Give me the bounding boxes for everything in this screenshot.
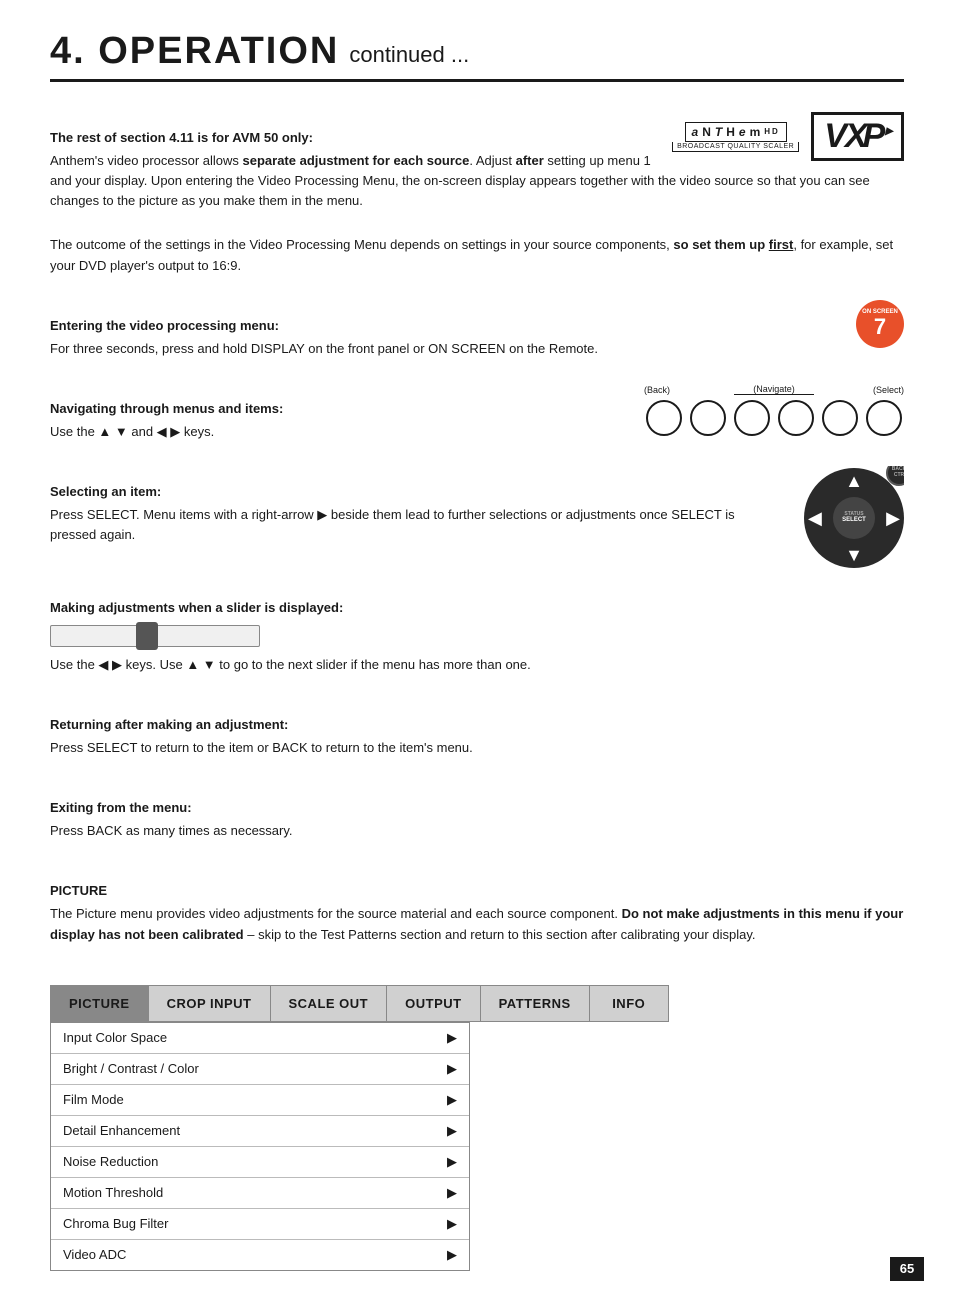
section-navigating: (Back) (Navigate) (Select) [50,383,904,452]
dpad-down-arrow[interactable]: ▼ [845,546,863,564]
nav-circle-select[interactable] [866,400,902,436]
exiting-heading: Exiting from the menu: [50,800,904,815]
selecting-body: Press SELECT. Menu items with a right-ar… [50,505,904,545]
nav-label-back: (Back) [644,385,670,395]
nav-label-navigate: (Navigate) [753,384,795,394]
slider-body: Use the ◀ ▶ keys. Use ▲ ▼ to go to the n… [50,655,904,675]
selecting-heading: Selecting an item: [50,484,904,499]
section-outcome: The outcome of the settings in the Video… [50,235,904,285]
menu-item-arrow-film: ▶ [447,1092,457,1108]
list-item[interactable]: Motion Threshold ▶ [51,1178,469,1209]
vxp-logo: VX P ▶ [811,112,904,161]
exiting-body: Press BACK as many times as necessary. [50,821,904,841]
nav-circle-1[interactable] [690,400,726,436]
menu-item-arrow-motion: ▶ [447,1185,457,1201]
anthem-logo-bottom: BROADCAST QUALITY SCALER [672,142,799,152]
page-title: 4. OPERATION [50,30,339,73]
anthem-logo-top: a N T H e m HD [685,122,787,142]
menu-item-label-motion: Motion Threshold [63,1185,163,1200]
nav-circle-3[interactable] [778,400,814,436]
slider-track [50,625,260,647]
tab-scale-out[interactable]: SCALE OUT [270,985,388,1022]
menu-item-arrow-chroma: ▶ [447,1216,457,1232]
menu-item-arrow-bright: ▶ [447,1061,457,1077]
tab-info[interactable]: INFO [589,985,669,1022]
list-item[interactable]: Input Color Space ▶ [51,1023,469,1054]
dpad-right-arrow[interactable]: ▶ [886,509,900,527]
list-item[interactable]: Bright / Contrast / Color ▶ [51,1054,469,1085]
section-exiting: Exiting from the menu: Press BACK as man… [50,782,904,851]
nav-circle-2[interactable] [734,400,770,436]
menu-item-label-film: Film Mode [63,1092,124,1107]
entering-heading: Entering the video processing menu: [50,318,904,333]
nav-circle-4[interactable] [822,400,858,436]
section-entering: ON SCREEN 7 Entering the video processin… [50,300,904,369]
logos-area: a N T H e m HD BROADCAST QUALITY SCALER … [672,112,904,161]
tab-picture[interactable]: PICTURE [50,985,149,1022]
returning-body: Press SELECT to return to the item or BA… [50,738,904,758]
menu-tabs: PICTURE CROP INPUT SCALE OUT OUTPUT PATT… [50,985,904,1022]
returning-heading: Returning after making an adjustment: [50,717,904,732]
menu-item-label-video-adc: Video ADC [63,1247,126,1262]
on-screen-badge-number: 7 [874,316,886,338]
section-slider: Making adjustments when a slider is disp… [50,582,904,685]
entering-body: For three seconds, press and hold DISPLA… [50,339,904,359]
page-header: 4. OPERATION continued ... [50,30,904,82]
list-item[interactable]: Film Mode ▶ [51,1085,469,1116]
section-selecting: BACK CTR ▲ ▼ ◀ ▶ STATUS SELECT Selecting… [50,466,904,568]
slider-control [50,625,260,647]
page-number: 65 [890,1257,924,1281]
nav-label-select: (Select) [873,385,904,395]
slider-heading: Making adjustments when a slider is disp… [50,600,904,615]
menu-item-arrow-noise: ▶ [447,1154,457,1170]
dpad-diagram: BACK CTR ▲ ▼ ◀ ▶ STATUS SELECT [804,468,904,568]
list-item[interactable]: Chroma Bug Filter ▶ [51,1209,469,1240]
section-returning: Returning after making an adjustment: Pr… [50,699,904,768]
section-avm50: a N T H e m HD BROADCAST QUALITY SCALER … [50,112,904,221]
menu-item-arrow-input-color: ▶ [447,1030,457,1046]
nav-buttons-diagram: (Back) (Navigate) (Select) [644,385,904,436]
on-screen-badge: ON SCREEN 7 [856,300,904,348]
section-picture: PICTURE The Picture menu provides video … [50,865,904,954]
nav-circles [646,400,902,436]
page-container: 4. OPERATION continued ... a N T H e m H… [0,0,954,1301]
menu-item-label-chroma: Chroma Bug Filter [63,1216,168,1231]
menu-item-arrow-video-adc: ▶ [447,1247,457,1263]
tab-crop-input[interactable]: CROP INPUT [148,985,271,1022]
back-button[interactable]: BACK CTR [886,466,904,486]
menu-item-label-bright: Bright / Contrast / Color [63,1061,199,1076]
section-outcome-body: The outcome of the settings in the Video… [50,235,904,275]
list-item[interactable]: Video ADC ▶ [51,1240,469,1270]
anthem-logo: a N T H e m HD BROADCAST QUALITY SCALER [672,122,799,152]
picture-heading: PICTURE [50,883,904,898]
menu-item-label-input-color: Input Color Space [63,1030,167,1045]
menu-item-label-noise: Noise Reduction [63,1154,158,1169]
dpad-up-arrow[interactable]: ▲ [845,472,863,490]
tab-patterns[interactable]: PATTERNS [480,985,590,1022]
menu-items-container: Input Color Space ▶ Bright / Contrast / … [50,1022,470,1271]
dpad-left-arrow[interactable]: ◀ [808,509,822,527]
menu-item-label-detail: Detail Enhancement [63,1123,180,1138]
nav-circle-back[interactable] [646,400,682,436]
menu-item-arrow-detail: ▶ [447,1123,457,1139]
picture-body: The Picture menu provides video adjustme… [50,904,904,944]
tab-output[interactable]: OUTPUT [386,985,480,1022]
list-item[interactable]: Detail Enhancement ▶ [51,1116,469,1147]
list-item[interactable]: Noise Reduction ▶ [51,1147,469,1178]
page-subtitle: continued ... [349,42,469,68]
slider-thumb[interactable] [136,622,158,650]
dpad-center[interactable]: STATUS SELECT [833,497,875,539]
